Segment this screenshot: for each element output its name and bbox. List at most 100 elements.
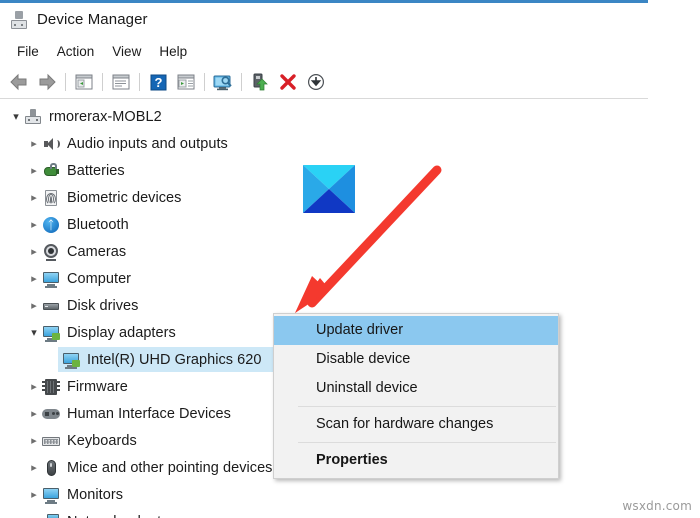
- device-manager-window: Device Manager File Action View Help ? ▾…: [0, 0, 648, 518]
- window-title: Device Manager: [37, 11, 148, 28]
- tree-item-label: Human Interface Devices: [67, 405, 231, 422]
- chevron-right-icon[interactable]: ▸: [26, 219, 42, 230]
- blue-x-logo: [303, 165, 355, 213]
- menu-view[interactable]: View: [103, 42, 150, 61]
- context-menu-item-update-driver[interactable]: Update driver: [274, 316, 558, 345]
- menu-help[interactable]: Help: [150, 42, 196, 61]
- tree-item-label: Bluetooth: [67, 216, 129, 233]
- toolbar-separator: [102, 73, 103, 91]
- device-manager-icon: [10, 10, 28, 29]
- tree-item-label: Network adapters: [67, 514, 181, 518]
- menu-file[interactable]: File: [8, 42, 48, 61]
- bluetooth-icon: ᛏ: [42, 216, 60, 234]
- tree-item-label: Intel(R) UHD Graphics 620: [87, 351, 262, 368]
- toolbar-separator: [65, 73, 66, 91]
- chevron-right-icon[interactable]: ▸: [26, 165, 42, 176]
- context-menu-item-scan-for-hardware-changes[interactable]: Scan for hardware changes: [274, 410, 558, 439]
- context-menu-item-properties[interactable]: Properties: [274, 446, 558, 475]
- chevron-right-icon[interactable]: ▸: [26, 246, 42, 257]
- keyboard-icon: [42, 432, 60, 450]
- watermark: wsxdn.com: [622, 499, 692, 513]
- tree-item-bluetooth[interactable]: ▸ ᛏ Bluetooth: [0, 211, 648, 238]
- tree-item-label: Firmware: [67, 378, 128, 395]
- monitor-icon: [42, 270, 60, 288]
- properties-window-icon: [112, 74, 130, 90]
- context-menu-separator: [298, 406, 556, 407]
- disable-device-button[interactable]: [303, 70, 329, 94]
- tree-item-label: Keyboards: [67, 432, 137, 449]
- display-adapter-icon: [62, 351, 80, 369]
- tree-item-label: Computer: [67, 270, 132, 287]
- monitor-scan-icon: [213, 75, 232, 90]
- camera-icon: [42, 243, 60, 261]
- chevron-right-icon[interactable]: ▸: [26, 138, 42, 149]
- chevron-right-icon[interactable]: ▸: [26, 273, 42, 284]
- fingerprint-icon: [42, 189, 60, 207]
- tree-item-network-adapters[interactable]: ▸ Network adapters: [0, 508, 648, 518]
- context-menu-item-uninstall-device[interactable]: Uninstall device: [274, 374, 558, 403]
- toolbar-separator: [204, 73, 205, 91]
- chevron-right-icon[interactable]: ▸: [26, 462, 42, 473]
- computer-root-icon: [24, 108, 42, 126]
- toolbar-separator: [139, 73, 140, 91]
- help-button[interactable]: ?: [145, 70, 171, 94]
- scan-for-hardware-changes-button[interactable]: [210, 70, 236, 94]
- chevron-right-icon[interactable]: ▸: [26, 381, 42, 392]
- uninstall-device-button[interactable]: [275, 70, 301, 94]
- tree-item-computer[interactable]: ▸ Computer: [0, 265, 648, 292]
- chevron-right-icon[interactable]: ▸: [26, 489, 42, 500]
- toolbar-separator: [241, 73, 242, 91]
- tree-item-label: Mice and other pointing devices: [67, 459, 273, 476]
- chevron-right-icon[interactable]: ▸: [26, 300, 42, 311]
- tree-root-item[interactable]: ▾ rmorerax-MOBL2: [0, 103, 648, 130]
- show-hide-action-pane-button[interactable]: [173, 70, 199, 94]
- menu-action[interactable]: Action: [48, 42, 104, 61]
- mouse-icon: [42, 459, 60, 477]
- firmware-chip-icon: [42, 378, 60, 396]
- update-driver-button[interactable]: [247, 70, 273, 94]
- context-menu[interactable]: Update driver Disable device Uninstall d…: [273, 313, 559, 479]
- tree-item-label: Disk drives: [67, 297, 139, 314]
- toolbar-bottom-border: [0, 98, 648, 99]
- tree-root-label: rmorerax-MOBL2: [49, 108, 162, 125]
- chevron-down-icon[interactable]: ▾: [8, 111, 24, 122]
- red-x-icon: [280, 74, 296, 90]
- toolbar: ?: [0, 66, 648, 98]
- back-button[interactable]: [6, 70, 32, 94]
- chevron-right-icon[interactable]: ▸: [26, 435, 42, 446]
- chevron-down-icon[interactable]: ▾: [26, 327, 42, 338]
- tree-item-label: Monitors: [67, 486, 123, 503]
- forward-button[interactable]: [34, 70, 60, 94]
- chevron-right-icon[interactable]: ▸: [26, 408, 42, 419]
- left-arrow-icon: [10, 73, 27, 91]
- tree-item-label: Display adapters: [67, 324, 176, 341]
- title-bar: Device Manager: [0, 3, 648, 36]
- disk-drive-icon: [42, 297, 60, 315]
- show-hide-console-tree-button[interactable]: [71, 70, 97, 94]
- page-background: [648, 0, 700, 518]
- action-pane-icon: [177, 74, 195, 90]
- tree-item-cameras[interactable]: ▸ Cameras: [0, 238, 648, 265]
- tree-item-label: Batteries: [67, 162, 125, 179]
- help-question-icon: ?: [150, 74, 166, 90]
- tree-item-label: Cameras: [67, 243, 127, 260]
- svg-text:?: ?: [154, 75, 162, 90]
- down-arrow-circle-icon: [307, 73, 325, 91]
- context-menu-item-disable-device[interactable]: Disable device: [274, 345, 558, 374]
- properties-button[interactable]: [108, 70, 134, 94]
- tree-item-label: Biometric devices: [67, 189, 182, 206]
- tree-item-audio[interactable]: ▸ Audio inputs and outputs: [0, 130, 648, 157]
- tree-item-label: Audio inputs and outputs: [67, 135, 228, 152]
- right-arrow-icon: [39, 73, 56, 91]
- console-tree-icon: [75, 74, 93, 90]
- chevron-right-icon[interactable]: ▸: [26, 192, 42, 203]
- tree-item-monitors[interactable]: ▸ Monitors: [0, 481, 648, 508]
- update-driver-icon: [253, 73, 268, 91]
- display-adapter-icon: [42, 324, 60, 342]
- speaker-icon: [42, 135, 60, 153]
- context-menu-separator: [298, 442, 556, 443]
- hid-icon: [42, 405, 60, 423]
- battery-icon: [42, 162, 60, 180]
- monitor-icon: [42, 486, 60, 504]
- network-adapter-icon: [42, 513, 60, 518]
